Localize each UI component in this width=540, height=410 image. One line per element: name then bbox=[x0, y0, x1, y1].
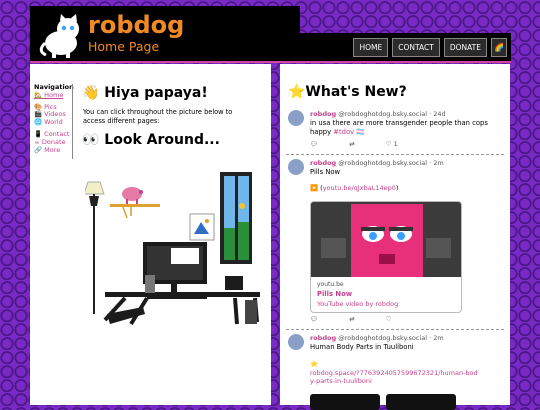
post-divider bbox=[286, 329, 504, 330]
post-handle: @robdoghotdog.bsky.social · 2m bbox=[338, 334, 444, 342]
greeting-heading: 👋 Hiya papaya! bbox=[82, 85, 208, 101]
contact-button[interactable]: CONTACT bbox=[392, 38, 440, 57]
avatar[interactable] bbox=[288, 334, 304, 350]
cat-logo-icon[interactable] bbox=[36, 13, 86, 59]
nav-item-home[interactable]: 🏡 Home bbox=[34, 91, 72, 100]
intro-text: You can click throughout the picture bel… bbox=[83, 108, 233, 125]
header-nav-bar: HOME CONTACT DONATE 🌈 bbox=[300, 33, 511, 63]
room-illustration bbox=[85, 172, 260, 326]
poster-link[interactable] bbox=[189, 213, 215, 241]
whats-new-heading: ⭐What's New? bbox=[288, 84, 407, 100]
post-handle: @robdoghotdog.bsky.social · 2m bbox=[338, 159, 444, 167]
like-count: 1 bbox=[393, 140, 398, 148]
pig-link[interactable] bbox=[122, 187, 143, 204]
site-subtitle: Home Page bbox=[88, 39, 160, 54]
image-thumbnails bbox=[310, 394, 456, 410]
avatar[interactable] bbox=[288, 110, 304, 126]
trans-flag-icon: 🏳️‍⚧️ bbox=[356, 128, 365, 136]
reply-icon[interactable]: 💬︎ bbox=[310, 140, 318, 148]
hashtag-link[interactable]: #tdov bbox=[333, 128, 354, 136]
nav-item-world[interactable]: 🌐 World bbox=[34, 118, 72, 127]
lamp-link[interactable] bbox=[85, 181, 105, 314]
rainbow-button[interactable]: 🌈 bbox=[491, 38, 507, 57]
link-card[interactable]: youtu.be Pills Now YouTube video by robd… bbox=[310, 201, 462, 313]
site-title[interactable]: robdog bbox=[88, 12, 184, 38]
donate-button[interactable]: DONATE bbox=[443, 38, 487, 57]
post-author[interactable]: robdog bbox=[310, 159, 336, 167]
main-panel: Navigation 🏡 Home 🎨 Pics 🎬 Videos 🌐 Worl… bbox=[30, 64, 271, 405]
post-text: Human Body Parts in Tuuliboni bbox=[310, 343, 414, 351]
news-feed-panel: ⭐What's New? robdog @robdoghotdog.bsky.s… bbox=[280, 64, 510, 410]
video-thumbnail[interactable] bbox=[311, 202, 461, 277]
post-handle: @robdoghotdog.bsky.social · 24d bbox=[338, 110, 446, 118]
card-description: YouTube video by robdog bbox=[317, 300, 399, 308]
card-domain: youtu.be bbox=[317, 281, 344, 288]
play-icon: ▶️ bbox=[310, 184, 319, 192]
repost-icon[interactable]: ⇄ bbox=[349, 315, 354, 323]
side-navigation: Navigation 🏡 Home 🎨 Pics 🎬 Videos 🌐 Worl… bbox=[34, 83, 74, 155]
nav-item-more[interactable]: 🔗 More bbox=[34, 146, 72, 155]
image-thumbnail[interactable] bbox=[310, 394, 380, 410]
post-divider bbox=[286, 154, 504, 155]
window-link[interactable] bbox=[220, 172, 252, 264]
post-link[interactable]: youtu.be/qJxbaL14ep0 bbox=[323, 184, 396, 192]
star-icon: ⭐ bbox=[310, 360, 319, 368]
home-button[interactable]: HOME bbox=[353, 38, 389, 57]
like-icon[interactable]: ♡ 1 bbox=[386, 140, 398, 148]
post-text: Pills Now bbox=[310, 168, 341, 176]
repost-icon[interactable]: ⇄ bbox=[349, 140, 354, 148]
post-author[interactable]: robdog bbox=[310, 110, 336, 118]
like-icon[interactable]: ♡ bbox=[386, 315, 392, 323]
reply-icon[interactable]: 💬︎ bbox=[310, 315, 318, 323]
site-header: robdog Home Page bbox=[30, 6, 300, 63]
look-around-heading: 👀 Look Around... bbox=[82, 132, 220, 148]
post-link[interactable]: robdog.space/?7763924057599672321/human-… bbox=[310, 369, 480, 386]
post-author[interactable]: robdog bbox=[310, 334, 336, 342]
card-title[interactable]: Pills Now bbox=[317, 290, 352, 298]
image-thumbnail[interactable] bbox=[386, 394, 456, 410]
nav-divider bbox=[72, 84, 73, 159]
avatar[interactable] bbox=[288, 159, 304, 175]
